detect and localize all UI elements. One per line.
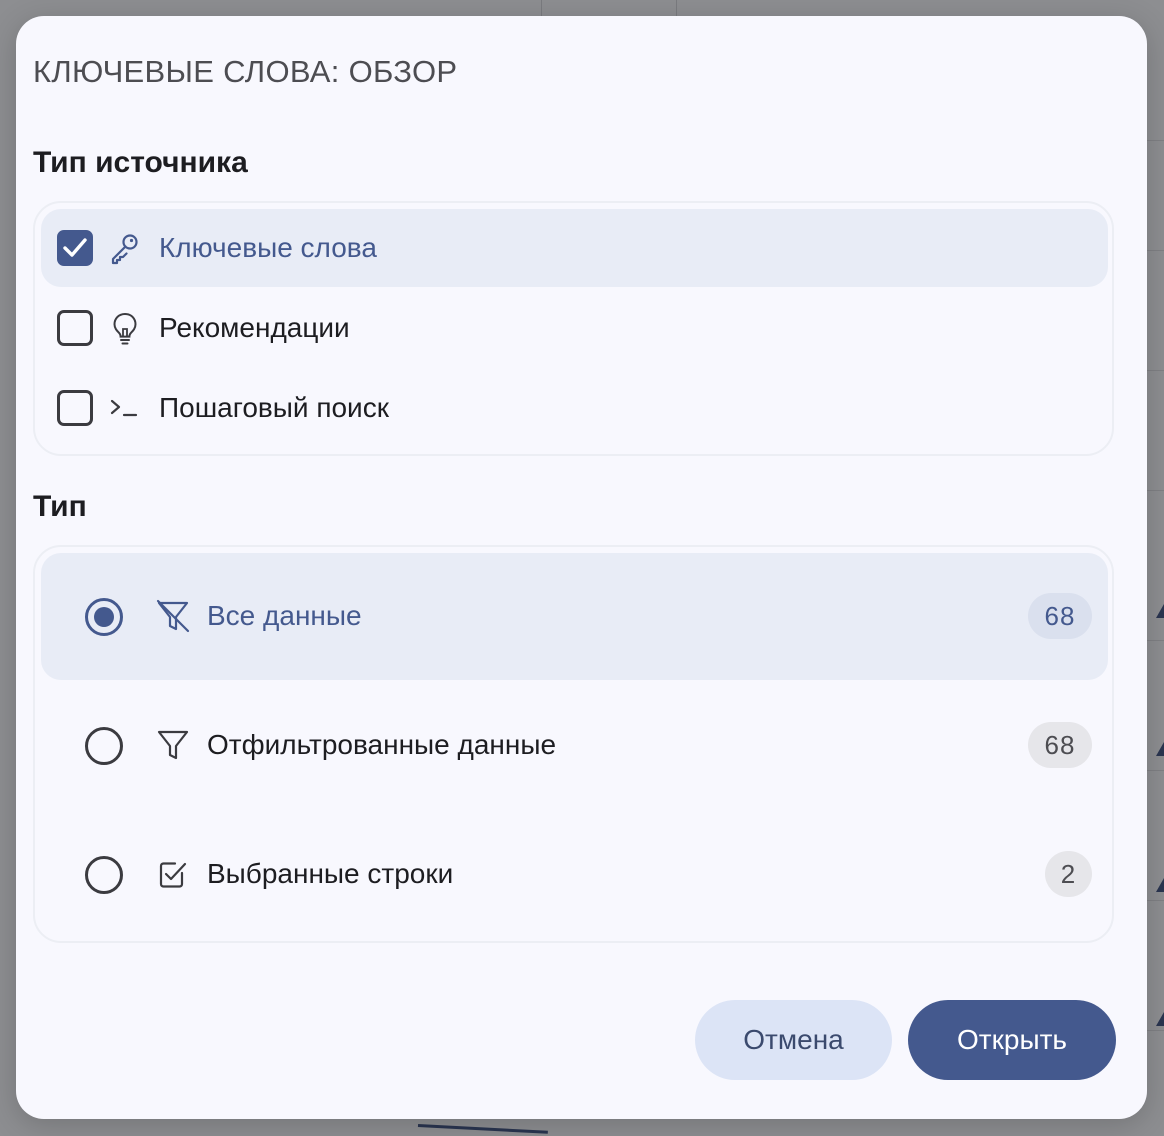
background-chart-line xyxy=(417,1124,548,1134)
background-divider xyxy=(541,0,542,16)
filter-icon xyxy=(157,730,189,760)
background-divider xyxy=(1146,770,1164,771)
selected-rows-radio[interactable] xyxy=(85,856,123,894)
selected-rows-label: Выбранные строки xyxy=(207,858,454,889)
filtered-data-count-badge: 68 xyxy=(1028,722,1092,768)
source-option-step-search[interactable]: Пошаговый поиск xyxy=(41,369,1108,447)
filtered-data-label: Отфильтрованные данные xyxy=(207,729,557,760)
recommendations-label: Рекомендации xyxy=(159,312,350,343)
lightbulb-icon xyxy=(113,312,137,345)
source-type-group: Ключевые слова Рекомендации Пошаговый по… xyxy=(33,201,1114,456)
keywords-checkbox[interactable] xyxy=(57,230,93,266)
source-option-keywords[interactable]: Ключевые слова xyxy=(41,209,1108,287)
all-data-count-badge: 68 xyxy=(1028,593,1092,639)
cancel-button[interactable]: Отмена xyxy=(695,1000,892,1080)
all-data-label: Все данные xyxy=(207,600,362,631)
background-divider xyxy=(1146,250,1164,251)
type-group: Все данные 68 Отфильтрованные данные 68 … xyxy=(33,545,1114,943)
background-divider xyxy=(1146,640,1164,641)
trend-up-icon xyxy=(1156,878,1164,892)
trend-up-icon xyxy=(1156,742,1164,756)
all-data-radio[interactable] xyxy=(85,598,123,636)
trend-up-icon xyxy=(1156,604,1164,618)
background-divider xyxy=(676,0,677,16)
background-divider xyxy=(1146,370,1164,371)
terminal-prompt-icon xyxy=(110,399,138,417)
type-heading: Тип xyxy=(33,490,87,523)
type-option-selected-rows[interactable]: Выбранные строки 2 xyxy=(41,811,1108,938)
checkmark-icon xyxy=(63,238,87,257)
source-option-recommendations[interactable]: Рекомендации xyxy=(41,289,1108,367)
background-divider xyxy=(1146,490,1164,491)
key-icon xyxy=(111,234,138,265)
trend-up-icon xyxy=(1156,1012,1164,1026)
source-type-heading: Тип источника xyxy=(33,146,248,179)
type-option-filtered-data[interactable]: Отфильтрованные данные 68 xyxy=(41,682,1108,809)
checked-square-icon xyxy=(159,862,187,888)
dialog-title: КЛЮЧЕВЫЕ СЛОВА: ОБЗОР xyxy=(33,54,458,89)
background-divider xyxy=(1146,900,1164,901)
type-option-all-data[interactable]: Все данные 68 xyxy=(41,553,1108,680)
filtered-data-radio[interactable] xyxy=(85,727,123,765)
filter-off-icon xyxy=(156,599,190,633)
recommendations-checkbox[interactable] xyxy=(57,310,93,346)
open-button[interactable]: Открыть xyxy=(908,1000,1116,1080)
background-divider xyxy=(1146,1030,1164,1031)
step-search-label: Пошаговый поиск xyxy=(159,392,389,423)
keywords-overview-dialog: КЛЮЧЕВЫЕ СЛОВА: ОБЗОР Тип источника Ключ… xyxy=(16,16,1147,1119)
step-search-checkbox[interactable] xyxy=(57,390,93,426)
keywords-label: Ключевые слова xyxy=(159,232,377,263)
background-divider xyxy=(1146,140,1164,141)
selected-rows-count-badge: 2 xyxy=(1045,851,1092,897)
